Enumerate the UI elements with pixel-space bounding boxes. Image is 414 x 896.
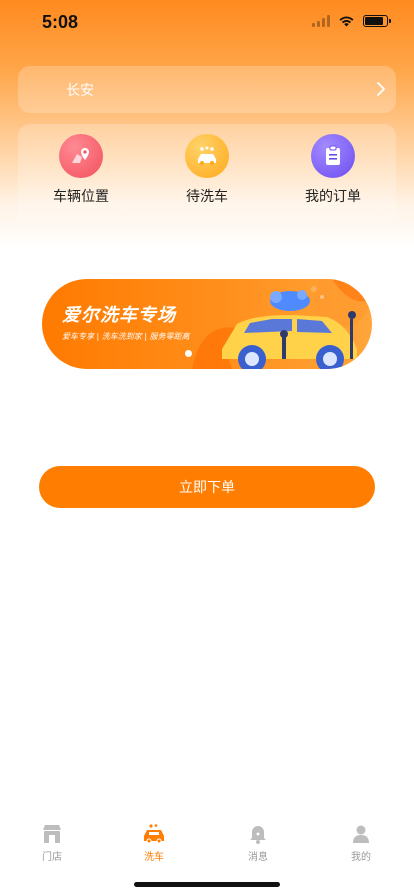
location-city: 长安 [66, 83, 94, 99]
tab-messages[interactable]: 消息 [228, 824, 288, 863]
quick-action-label: 待洗车 [186, 189, 228, 205]
quick-action-label: 我的订单 [305, 189, 361, 205]
order-now-button[interactable]: 立即下单 [39, 466, 375, 508]
store-icon [43, 825, 61, 843]
battery-level [365, 17, 383, 25]
chevron-right-icon [377, 82, 385, 96]
tab-label: 消息 [248, 852, 268, 863]
battery-icon [363, 15, 391, 27]
tab-label: 我的 [351, 852, 371, 863]
quick-action-my-orders[interactable]: 我的订单 [283, 134, 383, 206]
home-indicator [134, 882, 280, 887]
banner-subtitle: 爱车专享 | 洗车洗到家 | 服务零距离 [62, 332, 190, 341]
tab-label: 门店 [42, 852, 62, 863]
quick-actions-card: 车辆位置 待洗车 我的订单 [18, 124, 396, 224]
tab-profile[interactable]: 我的 [331, 824, 391, 863]
tab-store[interactable]: 门店 [22, 824, 82, 863]
map-pin-icon [59, 134, 103, 178]
wifi-icon [339, 16, 354, 27]
user-icon [353, 825, 369, 843]
status-bar: 5:08 [0, 0, 414, 48]
banner-pagination-dot[interactable] [185, 350, 192, 357]
banner-car-wash-illustration [192, 279, 372, 369]
promo-banner[interactable]: 爱尔洗车专场 爱车专享 | 洗车洗到家 | 服务零距离 [42, 279, 372, 369]
clipboard-icon [311, 134, 355, 178]
tab-label: 洗车 [144, 852, 164, 863]
quick-action-label: 车辆位置 [53, 189, 109, 205]
location-selector[interactable]: 长安 [18, 66, 396, 113]
quick-action-pending-wash[interactable]: 待洗车 [157, 134, 257, 206]
status-icons [312, 15, 391, 27]
bell-icon [250, 826, 266, 844]
quick-action-vehicle-location[interactable]: 车辆位置 [31, 134, 131, 206]
status-time: 5:08 [42, 12, 79, 32]
tab-car-wash[interactable]: 洗车 [124, 824, 184, 863]
car-icon [144, 824, 164, 844]
car-wash-icon [185, 134, 229, 178]
cellular-signal-icon [312, 15, 330, 27]
banner-title: 爱尔洗车专场 [62, 305, 176, 326]
